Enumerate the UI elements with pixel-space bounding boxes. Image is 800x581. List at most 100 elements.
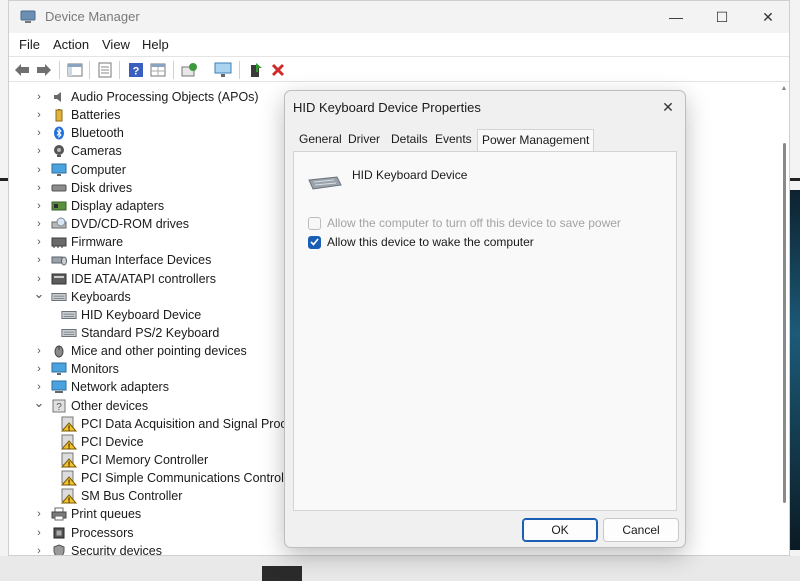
help-icon[interactable]: ? (127, 61, 145, 79)
enable-device-icon[interactable] (247, 61, 265, 79)
tab-power-management[interactable]: Power Management (477, 129, 595, 152)
tree-item-label: Cameras (71, 144, 122, 159)
warning-device-icon: ! (61, 452, 77, 468)
menu-action[interactable]: Action (53, 37, 89, 52)
tree-item-label: PCI Memory Controller (81, 453, 209, 467)
tree-item-label: Monitors (71, 362, 119, 377)
chevron-right-icon[interactable]: › (33, 345, 45, 357)
warning-device-icon: ! (61, 434, 77, 450)
tree-category-human-interface-devices[interactable]: › Human Interface Devices (33, 251, 211, 269)
scroll-up-icon[interactable]: ▲ (779, 85, 789, 92)
tree-category-bluetooth[interactable]: › Bluetooth (33, 124, 124, 142)
tree-category-security-devices[interactable]: › Security devices (33, 542, 162, 555)
back-arrow-icon[interactable] (13, 61, 31, 79)
toolbar: ? (9, 56, 789, 82)
tree-device-pci-device[interactable]: ! PCI Device (55, 433, 144, 451)
tree-item-label: Processors (71, 525, 134, 540)
cancel-button[interactable]: Cancel (603, 518, 679, 542)
tree-device-pci-simple-communications-controlle[interactable]: ! PCI Simple Communications Controlle (55, 469, 294, 487)
tree-category-keyboards[interactable]: ⌄ Keyboards (33, 286, 131, 306)
properties-dialog: HID Keyboard Device Properties ✕ General… (284, 90, 686, 548)
chevron-right-icon[interactable]: › (33, 236, 45, 248)
scan-hardware-icon[interactable] (214, 61, 232, 79)
menu-view[interactable]: View (102, 37, 130, 52)
chevron-right-icon[interactable]: › (33, 527, 45, 539)
update-driver-icon[interactable] (180, 61, 198, 79)
chevron-right-icon[interactable]: › (33, 381, 45, 393)
tree-category-audio-processing-objects-apos[interactable]: › Audio Processing Objects (APOs) (33, 88, 259, 106)
tree-category-print-queues[interactable]: › Print queues (33, 505, 141, 523)
tab-general[interactable]: General (299, 132, 342, 146)
ok-button[interactable]: OK (522, 518, 598, 542)
tree-category-other-devices[interactable]: ⌄? Other devices (33, 395, 149, 415)
tree-category-firmware[interactable]: › Firmware (33, 233, 123, 251)
tab-details[interactable]: Details (391, 132, 428, 146)
chevron-right-icon[interactable]: › (33, 182, 45, 194)
tree-category-disk-drives[interactable]: › Disk drives (33, 179, 132, 197)
chevron-right-icon[interactable]: › (33, 200, 45, 212)
scrollbar-thumb[interactable] (783, 143, 786, 503)
svg-text:!: ! (68, 425, 70, 432)
tree-category-ide-ata-atapi-controllers[interactable]: › IDE ATA/ATAPI controllers (33, 270, 216, 288)
tree-category-batteries[interactable]: › Batteries (33, 106, 120, 124)
menu-help[interactable]: Help (142, 37, 169, 52)
monitor-icon (51, 362, 67, 376)
chevron-right-icon[interactable]: › (33, 363, 45, 375)
device-manager-icon (20, 10, 36, 23)
chevron-down-icon[interactable]: ⌄ (33, 395, 45, 411)
tree-device-pci-memory-controller[interactable]: ! PCI Memory Controller (55, 451, 208, 469)
chevron-right-icon[interactable]: › (33, 127, 45, 139)
background-taskbar (0, 556, 800, 581)
tree-item-label: Human Interface Devices (71, 253, 212, 268)
dialog-close-button[interactable]: ✕ (657, 97, 679, 117)
tree-category-mice-and-other-pointing-devices[interactable]: › Mice and other pointing devices (33, 342, 247, 360)
title-bar[interactable]: Device Manager — ☐ ✕ (9, 1, 789, 33)
properties-grid-icon[interactable] (149, 61, 167, 79)
uninstall-device-icon[interactable] (269, 61, 287, 79)
vertical-scrollbar[interactable]: ▲ (779, 83, 789, 555)
chevron-down-icon[interactable]: ⌄ (33, 286, 45, 302)
tree-item-label: Mice and other pointing devices (71, 344, 247, 359)
tree-item-label: Other devices (71, 398, 149, 413)
tree-item-label: HID Keyboard Device (81, 307, 202, 322)
allow-power-off-checkbox[interactable] (308, 216, 321, 230)
chevron-right-icon[interactable]: › (33, 91, 45, 103)
warning-device-icon: ! (61, 488, 77, 504)
chevron-right-icon[interactable]: › (33, 254, 45, 266)
close-window-button[interactable]: ✕ (745, 5, 791, 29)
battery-icon (51, 108, 67, 122)
allow-wake-checkbox[interactable] (308, 235, 321, 249)
forward-arrow-icon[interactable] (35, 61, 53, 79)
tab-events[interactable]: Events (435, 132, 472, 146)
printer-icon (51, 507, 67, 521)
chevron-right-icon[interactable]: › (33, 545, 45, 555)
tree-device-sm-bus-controller[interactable]: ! SM Bus Controller (55, 487, 182, 505)
tree-category-cameras[interactable]: › Cameras (33, 142, 122, 160)
tree-category-processors[interactable]: › Processors (33, 524, 134, 542)
menu-file[interactable]: File (19, 37, 40, 52)
tree-device-standard-ps-2-keyboard[interactable]: Standard PS/2 Keyboard (55, 324, 219, 342)
chevron-right-icon[interactable]: › (33, 218, 45, 230)
show-hide-tree-icon[interactable] (66, 61, 84, 79)
chevron-right-icon[interactable]: › (33, 508, 45, 520)
maximize-button[interactable]: ☐ (699, 5, 745, 29)
chevron-right-icon[interactable]: › (33, 109, 45, 121)
tree-category-network-adapters[interactable]: › Network adapters (33, 378, 169, 396)
tree-item-label: Audio Processing Objects (APOs) (71, 90, 259, 104)
properties-sheet-icon[interactable] (96, 61, 114, 79)
allow-power-off-label: Allow the computer to turn off this devi… (327, 216, 621, 230)
device-name: HID Keyboard Device (352, 168, 468, 182)
chevron-right-icon[interactable]: › (33, 145, 45, 157)
allow-power-off-option: Allow the computer to turn off this devi… (308, 216, 621, 230)
chevron-right-icon[interactable]: › (33, 164, 45, 176)
tab-driver[interactable]: Driver (348, 132, 380, 146)
tree-device-pci-data-acquisition-and-signal-proce[interactable]: ! PCI Data Acquisition and Signal Proce (55, 415, 294, 433)
minimize-button[interactable]: — (653, 5, 699, 29)
tree-category-monitors[interactable]: › Monitors (33, 360, 119, 378)
chevron-right-icon[interactable]: › (33, 273, 45, 285)
tree-category-display-adapters[interactable]: › Display adapters (33, 197, 164, 215)
tree-category-dvd-cd-rom-drives[interactable]: › DVD/CD-ROM drives (33, 215, 189, 233)
tree-device-hid-keyboard-device[interactable]: HID Keyboard Device (55, 306, 201, 324)
display-adapter-icon (51, 199, 67, 213)
tree-category-computer[interactable]: › Computer (33, 161, 126, 179)
